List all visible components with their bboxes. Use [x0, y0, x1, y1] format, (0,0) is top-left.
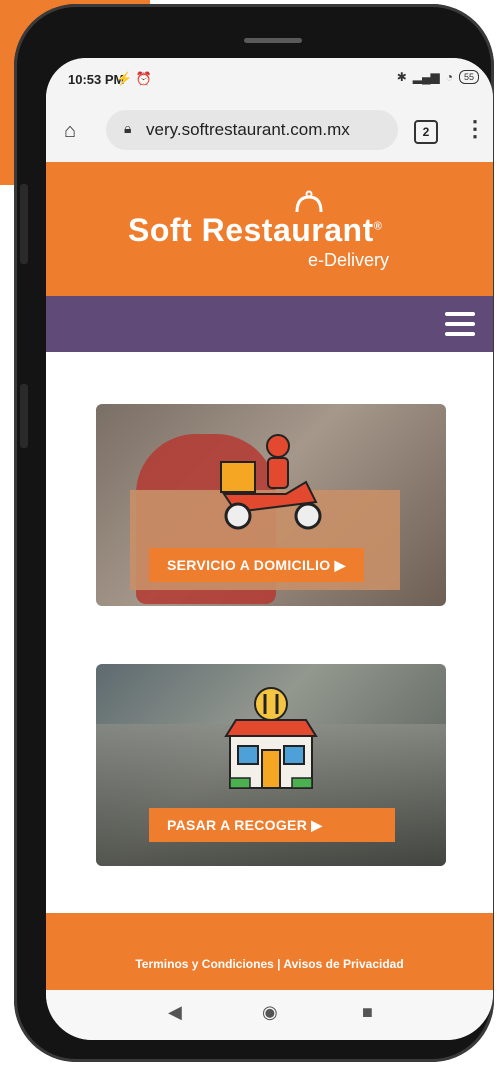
back-icon[interactable]: ◀ — [168, 1002, 182, 1023]
status-bar: 10:53 PM ⚡ ⏰ ✱ ▂▄▆ ◔ 55 — [46, 58, 493, 100]
home-delivery-button[interactable]: SERVICIO A DOMICILIO ▶ — [149, 548, 364, 582]
site-header: Soft Restaurant® e-Delivery — [46, 162, 493, 296]
registered-mark: ® — [373, 220, 383, 233]
footer-separator: | — [277, 957, 281, 971]
home-icon[interactable]: ⌂ — [64, 120, 76, 143]
brand-name: Soft Restaurant — [128, 212, 374, 248]
site-footer: Terminos y Condiciones | Avisos de Priva… — [46, 913, 493, 990]
side-button — [20, 184, 28, 264]
wifi-icon: ◔ — [445, 70, 453, 84]
nav-bar — [46, 296, 493, 352]
hamburger-icon[interactable] — [445, 312, 475, 336]
lock-icon: 🔒︎ — [124, 120, 132, 136]
brand-tagline: e-Delivery — [308, 250, 390, 270]
home-circle-icon[interactable]: ◉ — [262, 1002, 278, 1023]
system-icons: ✱ ▂▄▆ ◔ 55 — [397, 70, 479, 84]
android-nav-bar: ◀ ◉ ■ — [46, 990, 493, 1040]
store-icon — [224, 687, 318, 789]
recents-icon[interactable]: ■ — [362, 1002, 373, 1023]
side-button — [20, 384, 28, 448]
terms-link[interactable]: Terminos y Condiciones — [135, 957, 273, 971]
signal-icon: ▂▄▆ — [412, 70, 440, 84]
notification-icons: ⚡ ⏰ — [116, 71, 152, 86]
bluetooth-icon: ✱ — [396, 70, 407, 84]
footer-links: Terminos y Condiciones | Avisos de Priva… — [46, 957, 493, 971]
browser-toolbar: ⌂ 🔒︎ very.softrestaurant.com.mx 2 ⋮ — [46, 100, 493, 162]
card-home-delivery[interactable]: SERVICIO A DOMICILIO ▶ — [96, 404, 446, 606]
card-pickup[interactable]: PASAR A RECOGER ▶ — [96, 664, 446, 866]
url-text: very.softrestaurant.com.mx — [146, 120, 350, 139]
screen: 10:53 PM ⚡ ⏰ ✱ ▂▄▆ ◔ 55 ⌂ 🔒︎ very.softre… — [46, 58, 493, 1040]
tabs-icon[interactable]: 2 — [414, 120, 438, 144]
speaker — [244, 38, 302, 43]
privacy-link[interactable]: Avisos de Privacidad — [283, 957, 403, 971]
url-bar[interactable]: 🔒︎ very.softrestaurant.com.mx — [106, 110, 398, 150]
battery-icon: 55 — [458, 70, 479, 84]
phone-frame: 10:53 PM ⚡ ⏰ ✱ ▂▄▆ ◔ 55 ⌂ 🔒︎ very.softre… — [14, 4, 494, 1062]
pickup-button[interactable]: PASAR A RECOGER ▶ — [149, 808, 395, 842]
brand-logo[interactable]: Soft Restaurant® — [128, 212, 382, 249]
menu-dots-icon[interactable]: ⋮ — [464, 116, 486, 142]
delivery-scooter-icon — [220, 434, 322, 530]
